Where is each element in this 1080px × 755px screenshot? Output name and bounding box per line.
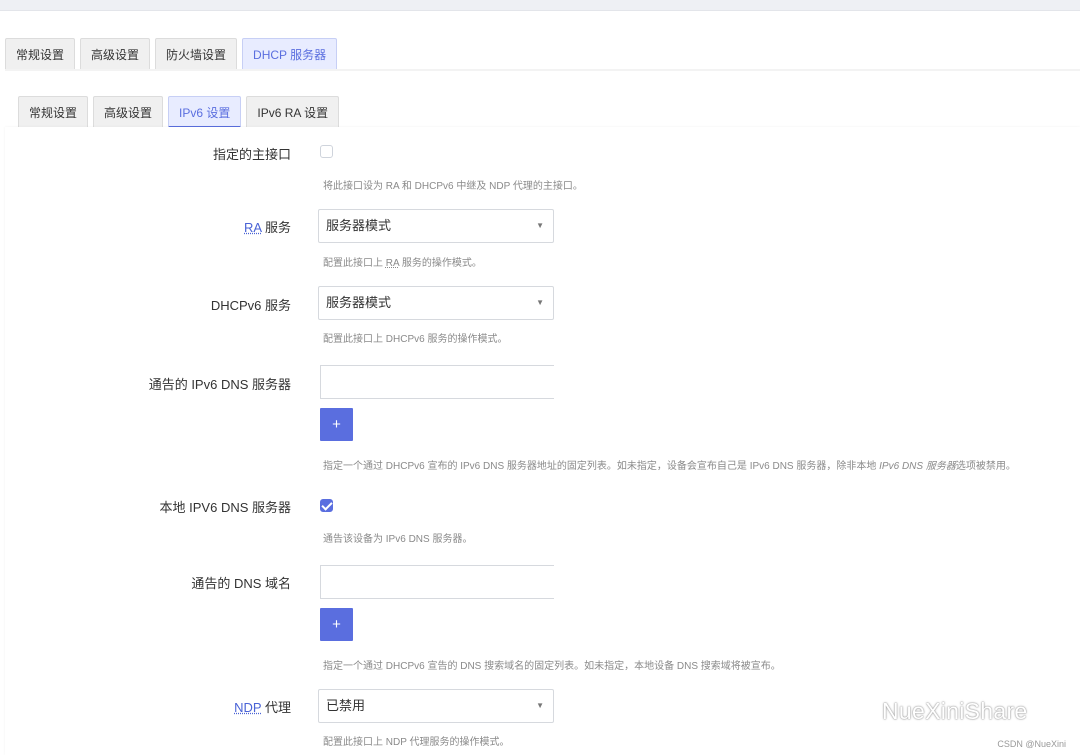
local-dns-help: 通告该设备为 IPv6 DNS 服务器。 <box>323 534 473 545</box>
add-domain-button[interactable]: + <box>320 608 353 641</box>
tab-divider <box>5 69 1080 71</box>
top-bar <box>0 0 1080 11</box>
tab-advanced-settings[interactable]: 高级设置 <box>80 38 151 70</box>
announced-domains-help: 指定一个通过 DHCPv6 宣告的 DNS 搜索域名的固定列表。如未指定，本地设… <box>323 661 781 672</box>
subtab-ipv6-settings[interactable]: IPv6 设置 <box>168 96 242 128</box>
ndp-proxy-help: 配置此接口上 NDP 代理服务的操作模式。 <box>323 737 510 748</box>
master-interface-help: 将此接口设为 RA 和 DHCPv6 中继及 NDP 代理的主接口。 <box>323 181 583 192</box>
subtab-ipv6-ra-settings[interactable]: IPv6 RA 设置 <box>246 96 340 128</box>
announced-dns-label: 通告的 IPv6 DNS 服务器 <box>148 377 291 392</box>
subtab-advanced-settings[interactable]: 高级设置 <box>93 96 164 128</box>
dhcpv6-service-select[interactable]: 服务器模式 ▼ <box>318 286 554 320</box>
dhcpv6-service-label: DHCPv6 服务 <box>210 298 291 313</box>
watermark: NueXiniShare <box>838 697 1028 725</box>
local-dns-label: 本地 IPV6 DNS 服务器 <box>159 500 291 515</box>
ra-help-pre: 配置此接口上 <box>323 258 386 269</box>
dhcpv6-service-value: 服务器模式 <box>326 295 392 310</box>
tab-general-settings[interactable]: 常规设置 <box>5 38 76 70</box>
chevron-down-icon: ▼ <box>536 221 544 230</box>
tab-dhcp-server[interactable]: DHCP 服务器 <box>242 38 338 70</box>
tab-firewall-settings[interactable]: 防火墙设置 <box>155 38 238 70</box>
ndp-proxy-select[interactable]: 已禁用 ▼ <box>318 689 554 723</box>
ra-service-label-text: 服务 <box>261 220 291 235</box>
chevron-down-icon: ▼ <box>536 701 544 710</box>
announced-domains-label: 通告的 DNS 域名 <box>191 576 291 591</box>
wechat-icon <box>838 697 875 725</box>
announced-dns-help-post: 选项被禁用。 <box>955 461 1016 472</box>
announced-dns-help: 指定一个通过 DHCPv6 宣布的 IPv6 DNS 服务器地址的固定列表。如未… <box>323 457 1016 472</box>
chevron-down-icon: ▼ <box>536 298 544 307</box>
ndp-proxy-label: NDP 代理 <box>234 697 291 716</box>
announced-domains-input[interactable] <box>320 565 554 599</box>
announced-dns-input[interactable] <box>320 365 554 399</box>
add-dns-server-button[interactable]: + <box>320 408 353 441</box>
ra-service-select[interactable]: 服务器模式 ▼ <box>318 209 554 243</box>
ra-service-label: RA 服务 <box>244 217 291 236</box>
csdn-credit: CSDN @NueXini <box>997 739 1066 749</box>
ndp-proxy-value: 已禁用 <box>326 698 366 713</box>
master-interface-label: 指定的主接口 <box>212 147 291 162</box>
dhcpv6-service-help: 配置此接口上 DHCPv6 服务的操作模式。 <box>323 334 508 345</box>
ra-help-post: 服务的操作模式。 <box>399 258 482 269</box>
subtab-general-settings[interactable]: 常规设置 <box>18 96 89 128</box>
local-dns-checkbox[interactable] <box>320 499 333 512</box>
top-tab-bar: 常规设置 高级设置 防火墙设置 DHCP 服务器 <box>5 38 338 70</box>
ra-abbr: RA <box>244 220 262 235</box>
sub-tab-bar: 常规设置 高级设置 IPv6 设置 IPv6 RA 设置 <box>18 96 340 128</box>
watermark-text: NueXiniShare <box>882 697 1028 724</box>
ra-help-abbr: RA <box>385 258 400 269</box>
ra-service-help: 配置此接口上 RA 服务的操作模式。 <box>323 254 482 269</box>
ndp-proxy-label-text: 代理 <box>261 700 291 715</box>
master-interface-checkbox[interactable] <box>320 145 333 158</box>
announced-dns-help-em: IPv6 DNS 服务器 <box>879 461 956 472</box>
ndp-abbr: NDP <box>234 700 262 715</box>
ra-service-value: 服务器模式 <box>326 218 392 233</box>
announced-dns-help-pre: 指定一个通过 DHCPv6 宣布的 IPv6 DNS 服务器地址的固定列表。如未… <box>323 461 880 472</box>
